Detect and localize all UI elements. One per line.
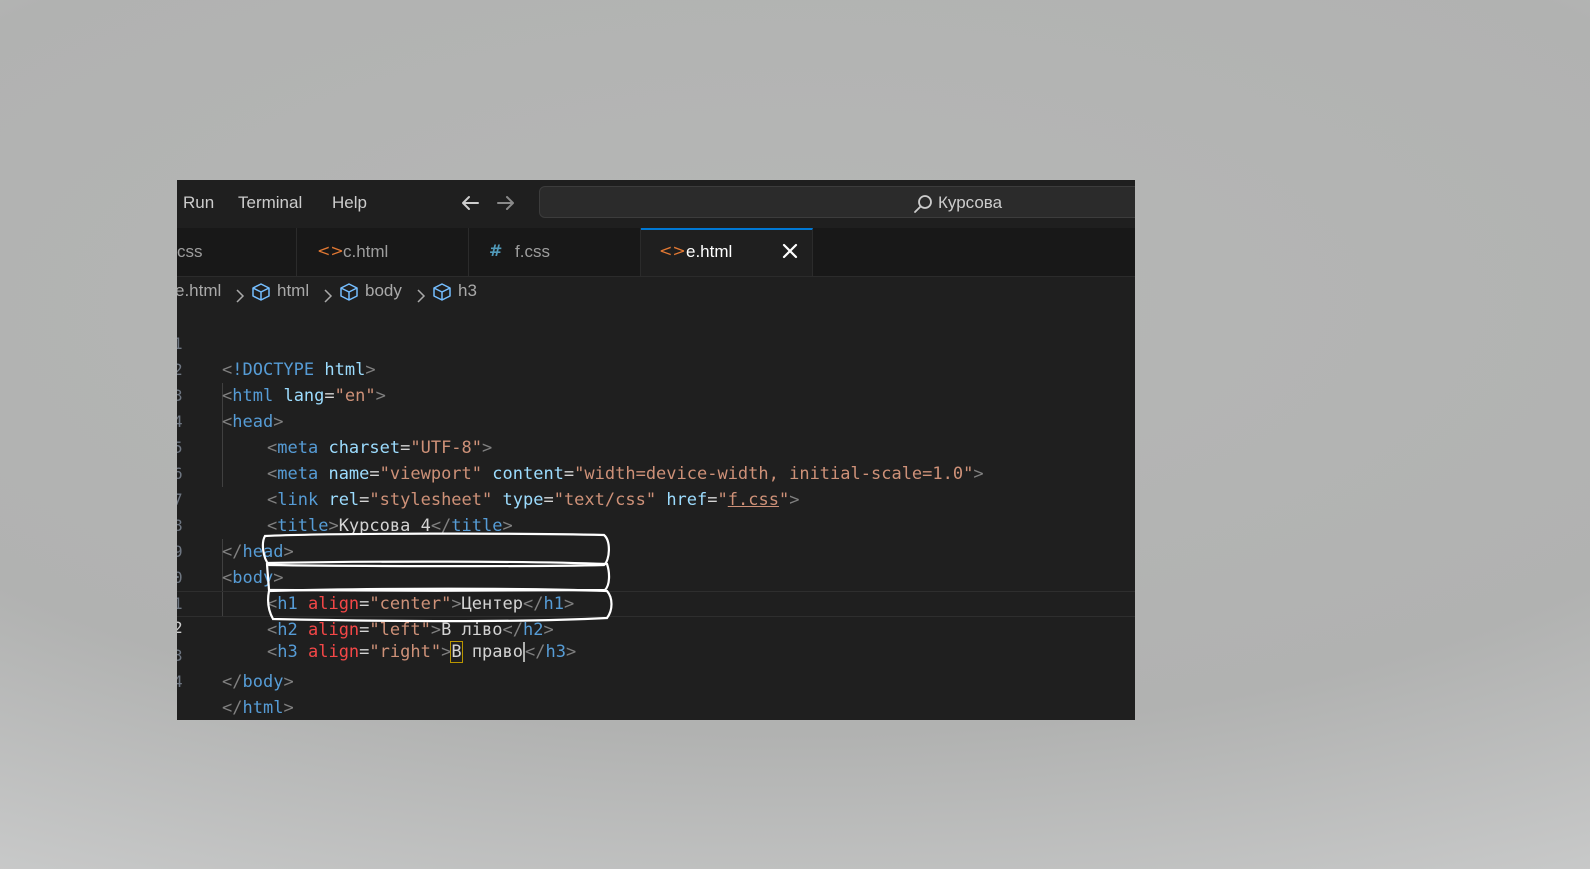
code-editor[interactable]: 1 <!DOCTYPE html> 2 <html lang="en"> 3 <… — [177, 305, 1135, 720]
code-line: 7 <title>Курсова 4</title> — [177, 461, 1135, 536]
tab-c-html[interactable]: <> c.html — [297, 228, 469, 276]
menu-help[interactable]: Help — [332, 192, 367, 214]
tab-css[interactable]: css — [177, 228, 297, 276]
breadcrumb-file[interactable]: e.html — [177, 277, 221, 305]
tab-f-css[interactable]: # f.css — [469, 228, 641, 276]
code-line: 3 </body> — [177, 617, 1135, 692]
menu-run[interactable]: Run — [183, 192, 214, 214]
close-icon[interactable] — [779, 240, 801, 262]
code-line: 9 <body> — [177, 513, 1135, 588]
tab-label: f.css — [515, 242, 550, 261]
forward-arrow-icon[interactable] — [491, 188, 521, 218]
cube-icon — [432, 282, 452, 301]
cube-icon — [339, 282, 359, 301]
search-icon — [912, 193, 934, 215]
tab-label: c.html — [343, 242, 389, 261]
code-line: 5 <meta name="viewport" content="width=d… — [177, 409, 1135, 484]
chevron-right-icon — [234, 284, 246, 303]
chevron-right-icon — [415, 284, 427, 303]
tab-label: e.html — [686, 242, 733, 261]
cube-icon — [251, 282, 271, 301]
search-text: Курсова — [938, 193, 1003, 212]
back-arrow-icon[interactable] — [455, 188, 485, 218]
menu-terminal[interactable]: Terminal — [238, 192, 302, 214]
code-line: 4 </html> — [177, 643, 1135, 718]
title-bar: Run Terminal Help Курсова — [177, 180, 1135, 228]
vscode-window: Run Terminal Help Курсова css <> c.html … — [177, 180, 1135, 720]
code-line: 2 <html lang="en"> — [177, 331, 1135, 406]
code-line-current: 2 <h3 align="right">В право </h3> — [177, 591, 1135, 663]
breadcrumb-html[interactable]: html — [277, 277, 309, 305]
line-number: 4 — [177, 672, 183, 691]
tab-e-html[interactable]: <> e.html — [641, 228, 813, 276]
css-file-icon: # — [489, 241, 503, 260]
code-line: 8 </head> — [177, 487, 1135, 562]
tab-label: css — [177, 242, 203, 261]
html-file-icon: <> — [659, 241, 686, 260]
code-line: 4 <meta charset="UTF-8"> — [177, 383, 1135, 458]
code-line: 1 <h2 align="left">В ліво</h2> — [177, 565, 1135, 640]
code-line: 1 <!DOCTYPE html> — [177, 305, 1135, 380]
code-line: 0 <h1 align="center">Центер</h1> — [177, 539, 1135, 614]
code-line: 3 <head> — [177, 357, 1135, 432]
command-center-search[interactable]: Курсова — [539, 186, 1135, 218]
breadcrumb: e.html html body h3 — [177, 277, 1135, 305]
breadcrumb-h3[interactable]: h3 — [458, 277, 477, 305]
chevron-right-icon — [322, 284, 334, 303]
breadcrumb-body[interactable]: body — [365, 277, 402, 305]
editor-tab-bar: css <> c.html # f.css <> e.html — [177, 228, 1135, 277]
html-file-icon: <> — [317, 241, 344, 260]
code-line: 6 <link rel="stylesheet" type="text/css"… — [177, 435, 1135, 510]
